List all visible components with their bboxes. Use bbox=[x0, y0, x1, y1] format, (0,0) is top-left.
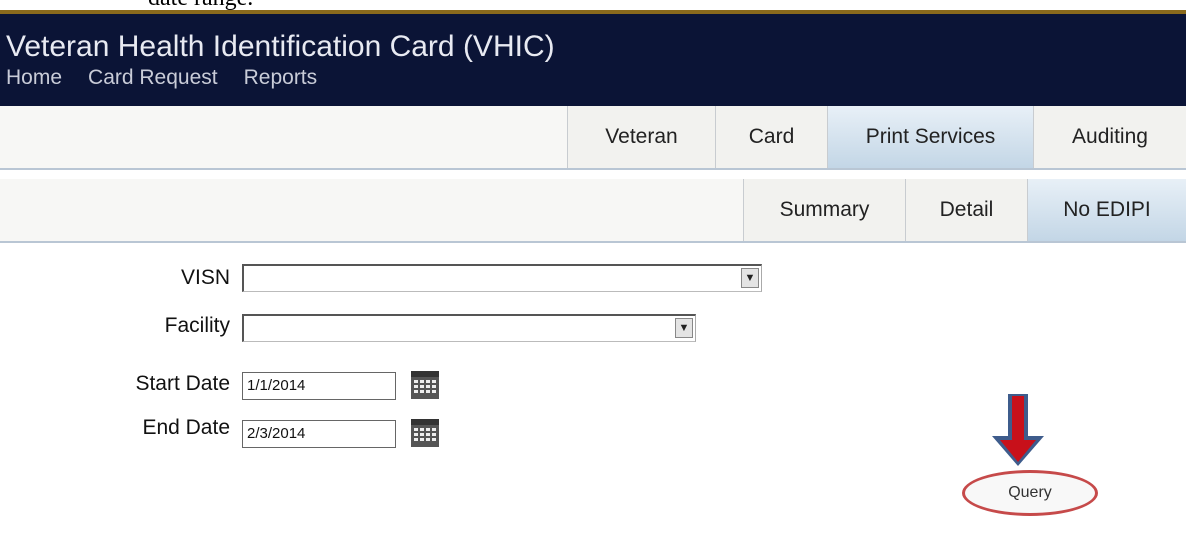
start-date-input[interactable]: 1/1/2014 bbox=[242, 372, 396, 400]
nav-card-request[interactable]: Card Request bbox=[88, 66, 218, 90]
tab-auditing[interactable]: Auditing bbox=[1033, 106, 1186, 168]
facility-select[interactable]: ▼ bbox=[242, 314, 696, 342]
tab-summary[interactable]: Summary bbox=[743, 179, 905, 241]
visn-label: VISN bbox=[180, 266, 230, 289]
document-text-fragment: date range. bbox=[148, 0, 253, 10]
chevron-down-icon[interactable]: ▼ bbox=[675, 318, 693, 338]
chevron-down-icon[interactable]: ▼ bbox=[741, 268, 759, 288]
calendar-icon[interactable] bbox=[410, 418, 440, 448]
app-header: Veteran Health Identification Card (VHIC… bbox=[0, 10, 1186, 106]
visn-select[interactable]: ▼ bbox=[242, 264, 762, 292]
nav-home[interactable]: Home bbox=[6, 66, 62, 90]
nav-reports[interactable]: Reports bbox=[244, 66, 318, 90]
query-button[interactable]: Query bbox=[962, 470, 1098, 516]
tab-print-services[interactable]: Print Services bbox=[827, 106, 1033, 168]
facility-label: Facility bbox=[164, 314, 230, 337]
tab-veteran[interactable]: Veteran bbox=[567, 106, 715, 168]
tab-detail[interactable]: Detail bbox=[905, 179, 1027, 241]
end-date-input[interactable]: 2/3/2014 bbox=[242, 420, 396, 448]
sub-tab-bar: Summary Detail No EDIPI bbox=[0, 179, 1186, 243]
end-date-label: End Date bbox=[142, 416, 230, 439]
tab-no-edipi[interactable]: No EDIPI bbox=[1027, 179, 1186, 241]
tab-card[interactable]: Card bbox=[715, 106, 827, 168]
app-title: Veteran Health Identification Card (VHIC… bbox=[6, 30, 555, 63]
main-tab-bar: Veteran Card Print Services Auditing bbox=[0, 106, 1186, 170]
start-date-label: Start Date bbox=[135, 372, 230, 395]
calendar-icon[interactable] bbox=[410, 370, 440, 400]
top-nav: Home Card Request Reports bbox=[6, 66, 317, 90]
down-arrow-icon bbox=[992, 394, 1044, 466]
